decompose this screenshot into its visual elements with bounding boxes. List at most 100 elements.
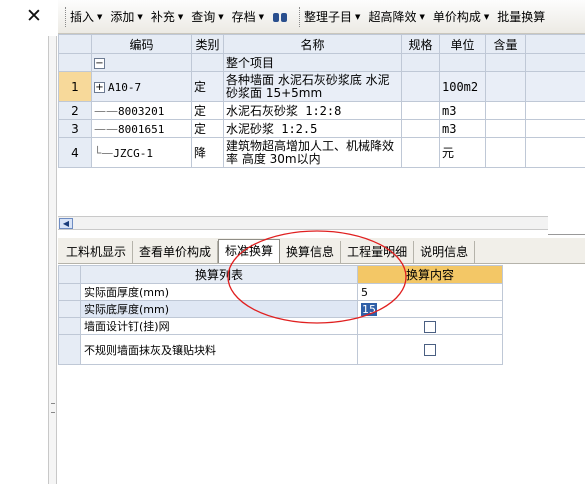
column-header-quantity[interactable]: 工程	[525, 34, 585, 54]
tab-conversion-info[interactable]: 换算信息	[280, 241, 342, 263]
row-number	[58, 334, 81, 365]
group-cell	[485, 53, 526, 72]
code-cell[interactable]: + A10-7	[91, 71, 192, 102]
conversion-row[interactable]: 实际面厚度(mm) 5	[58, 283, 503, 301]
name-cell[interactable]: 水泥砂浆 1:2.5	[223, 119, 402, 138]
spec-cell[interactable]	[401, 137, 440, 168]
tree-line-icon: ——	[94, 121, 118, 136]
item-grid: 编码 类别 名称 规格 单位 含量 工程 − 整个项目 1 +A10-7 定 各…	[58, 34, 585, 216]
row-number	[58, 300, 81, 318]
group-row-whole-project[interactable]: − 整个项目	[58, 53, 585, 72]
superhigh-reduction-menu[interactable]: 超高降效 ▼	[368, 8, 424, 25]
row-number: 3	[58, 119, 92, 138]
conversion-label: 实际面厚度(mm)	[80, 283, 358, 301]
mesh-checkbox[interactable]	[424, 320, 436, 333]
insert-menu[interactable]: 插入 ▼	[70, 8, 102, 25]
quantity-cell[interactable]	[525, 137, 585, 168]
tab-description[interactable]: 说明信息	[414, 241, 476, 263]
column-header-name[interactable]: 名称	[223, 34, 402, 54]
conversion-content-header: 换算内容	[357, 265, 503, 284]
table-row[interactable]: 4 └—JZCG-1 降 建筑物超高增加人工、机械降效率 高度 30m以内 元	[58, 137, 585, 168]
query-menu[interactable]: 查询 ▼	[191, 8, 223, 25]
unit-cell[interactable]: 100m2	[439, 71, 486, 102]
amount-cell[interactable]	[485, 101, 526, 120]
group-name-cell: 整个项目	[223, 53, 402, 72]
conversion-row[interactable]: 实际底厚度(mm) 15	[58, 300, 503, 318]
supplement-menu[interactable]: 补充 ▼	[151, 8, 183, 25]
superhigh-reduction-label: 超高降效	[368, 10, 417, 24]
name-cell[interactable]: 水泥石灰砂浆 1:2:8	[223, 101, 402, 120]
quantity-cell[interactable]	[525, 119, 585, 138]
code-text: A10-7	[108, 80, 142, 94]
type-cell[interactable]: 降	[191, 137, 224, 168]
tab-standard-conversion[interactable]: 标准换算	[218, 239, 281, 263]
horizontal-scrollbar[interactable]: ◀	[58, 216, 548, 230]
conversion-label: 实际底厚度(mm)	[80, 300, 358, 318]
toolbar-separator	[299, 6, 301, 27]
base-thickness-input[interactable]: 15	[357, 300, 503, 318]
table-row[interactable]: 2 ——8003201 定 水泥石灰砂浆 1:2:8 m3	[58, 101, 585, 120]
column-header-code[interactable]: 编码	[91, 34, 192, 54]
conversion-row[interactable]: 不规则墙面抹灰及镶贴块料	[58, 334, 503, 365]
dropdown-arrow-icon: ▼	[97, 12, 103, 21]
conversion-table: 换算列表 换算内容 实际面厚度(mm) 5 实际底厚度(mm) 15 墙面设计钉…	[58, 265, 503, 365]
name-cell[interactable]: 各种墙面 水泥石灰砂浆底 水泥砂浆面 15+5mm	[223, 71, 402, 102]
quantity-cell[interactable]	[525, 71, 585, 102]
unit-cell[interactable]: m3	[439, 101, 486, 120]
code-cell[interactable]: ——8001651	[91, 119, 192, 138]
column-header-spec[interactable]: 规格	[401, 34, 440, 54]
close-icon[interactable]: ✕	[24, 6, 44, 26]
unit-price-composition-menu[interactable]: 单价构成 ▼	[433, 8, 489, 25]
toolbar: 插入 ▼ 添加 ▼ 补充 ▼ 查询 ▼ 存档 ▼ 整理子目 ▼ 超高降效 ▼ 单价构成 ▼ 批量…	[58, 0, 585, 34]
tab-quantity-details[interactable]: 工程量明细	[341, 241, 415, 263]
code-cell[interactable]: └—JZCG-1	[91, 137, 192, 168]
spec-cell[interactable]	[401, 119, 440, 138]
expand-icon[interactable]: +	[94, 81, 105, 93]
group-cell	[401, 53, 440, 72]
table-row[interactable]: 1 + A10-7 定 各种墙面 水泥石灰砂浆底 水泥砂浆面 15+5mm 100…	[58, 71, 585, 102]
irregular-wall-checkbox[interactable]	[424, 344, 436, 356]
scroll-grip-icon[interactable]	[51, 403, 55, 413]
dropdown-arrow-icon: ▼	[177, 12, 184, 21]
column-header-unit[interactable]: 单位	[439, 34, 486, 54]
amount-cell[interactable]	[485, 137, 526, 168]
tab-material-machine[interactable]: 工料机显示	[60, 241, 134, 263]
mesh-checkbox-cell[interactable]	[357, 317, 503, 335]
batch-conversion-button[interactable]: 批量换算	[497, 8, 545, 25]
collapse-icon[interactable]: −	[94, 57, 105, 69]
binoculars-search-icon[interactable]	[272, 11, 288, 23]
spec-cell[interactable]	[401, 101, 440, 120]
irregular-wall-checkbox-cell[interactable]	[357, 334, 503, 365]
tab-view-unit-price[interactable]: 查看单价构成	[133, 241, 219, 263]
quantity-cell[interactable]	[525, 101, 585, 120]
code-text: JZCG-1	[113, 146, 153, 160]
table-row[interactable]: 3 ——8001651 定 水泥砂浆 1:2.5 m3	[58, 119, 585, 138]
organize-subitems-menu[interactable]: 整理子目 ▼	[304, 8, 360, 25]
left-scrollbar[interactable]	[48, 36, 57, 484]
type-cell[interactable]: 定	[191, 119, 224, 138]
row-number	[58, 53, 92, 72]
conversion-list-header: 换算列表	[80, 265, 358, 284]
row-number: 1	[58, 71, 92, 102]
unit-cell[interactable]: 元	[439, 137, 486, 168]
face-thickness-input[interactable]: 5	[357, 283, 503, 301]
conversion-row[interactable]: 墙面设计钉(挂)网	[58, 317, 503, 335]
type-cell[interactable]: 定	[191, 71, 224, 102]
scroll-left-icon[interactable]: ◀	[59, 218, 73, 229]
amount-cell[interactable]	[485, 71, 526, 102]
name-cell[interactable]: 建筑物超高增加人工、机械降效率 高度 30m以内	[223, 137, 402, 168]
conversion-label: 不规则墙面抹灰及镶贴块料	[80, 334, 358, 365]
group-type-cell	[191, 53, 224, 72]
unit-cell[interactable]: m3	[439, 119, 486, 138]
amount-cell[interactable]	[485, 119, 526, 138]
column-header-type[interactable]: 类别	[191, 34, 224, 54]
add-menu[interactable]: 添加 ▼	[110, 8, 142, 25]
row-number	[58, 265, 81, 284]
spec-cell[interactable]	[401, 71, 440, 102]
archive-menu[interactable]: 存档 ▼	[232, 8, 264, 25]
type-cell[interactable]: 定	[191, 101, 224, 120]
column-header-amount[interactable]: 含量	[485, 34, 526, 54]
code-cell[interactable]: ——8003201	[91, 101, 192, 120]
group-expander-cell[interactable]: −	[91, 53, 192, 72]
code-text: 8001651	[118, 122, 165, 136]
